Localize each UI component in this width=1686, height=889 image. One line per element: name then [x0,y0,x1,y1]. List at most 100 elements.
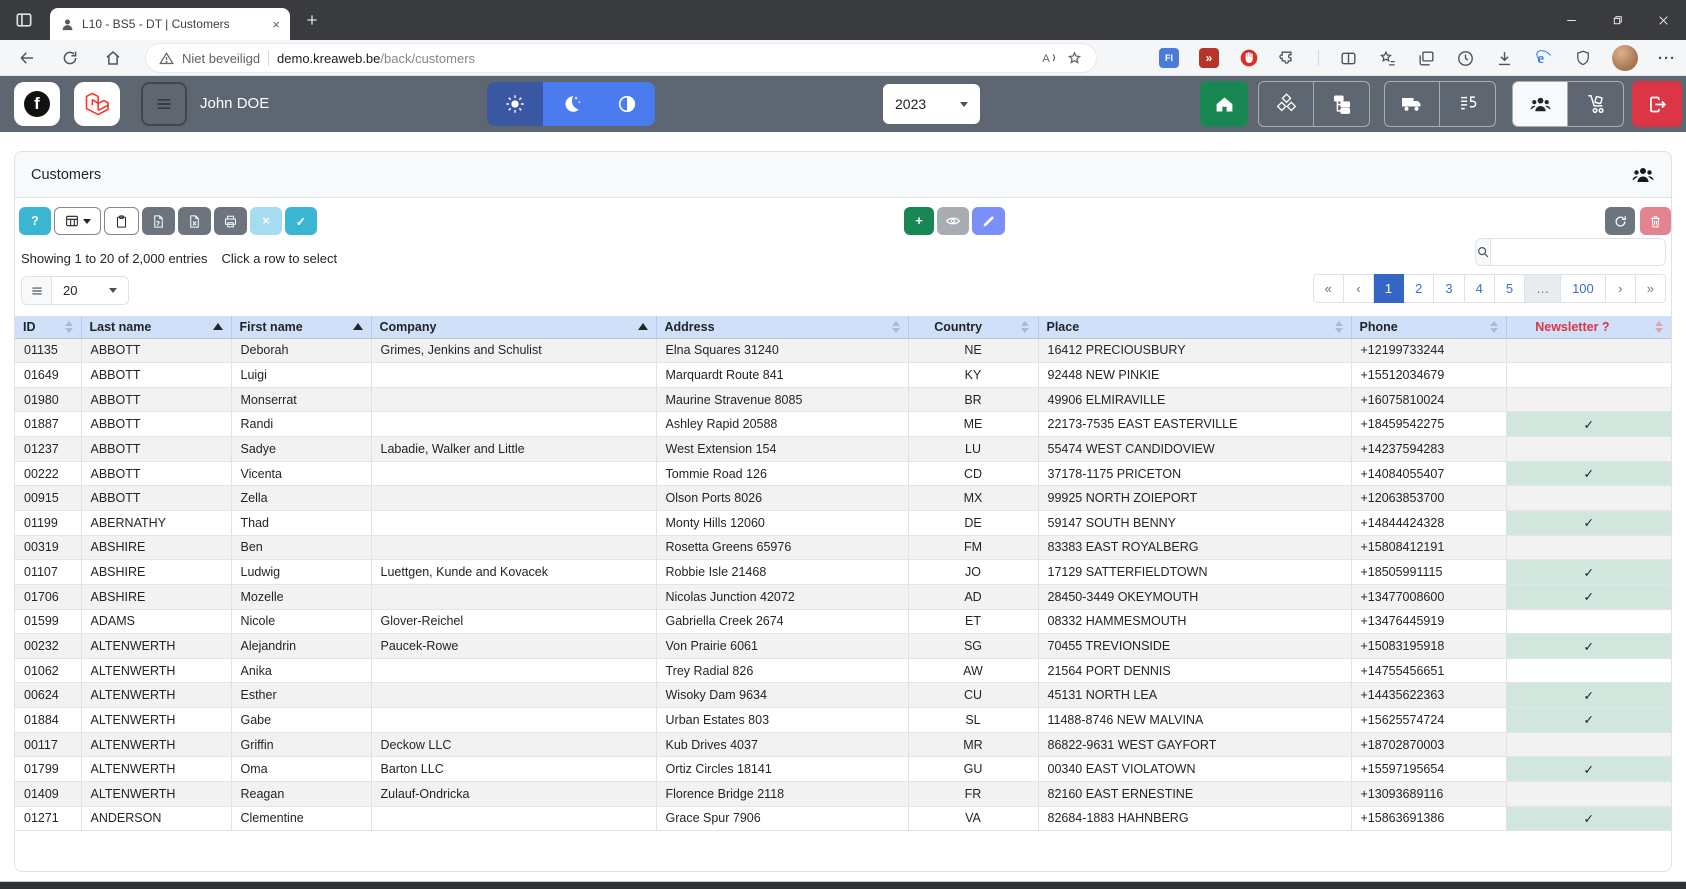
page-5[interactable]: 5 [1494,274,1526,303]
apply-filter-button[interactable]: ✓ [285,207,317,235]
table-row[interactable]: 00915 ABBOTT Zella Olson Ports 8026 MX 99925 … [15,485,1671,511]
minimize-button[interactable] [1548,0,1594,40]
print-button[interactable] [214,207,247,235]
table-row[interactable]: 01887 ABBOTT Randi Ashley Rapid 20588 ME 2217… [15,411,1671,438]
deliveries-button[interactable] [1568,81,1624,127]
table-row[interactable]: 01599 ADAMS Nicole Glover-Reichel Gabriella … [15,609,1671,635]
favorite-star-icon[interactable] [1066,50,1083,67]
table-row[interactable]: 01271 ANDERSON Clementine Grace Spur 7906 VA… [15,806,1671,832]
security-label[interactable]: Niet beveiligd [182,51,260,66]
extensions-puzzle-icon[interactable] [1279,49,1298,68]
column-header-country[interactable]: Country [908,316,1039,339]
theme-auto-button[interactable] [599,82,655,126]
split-screen-icon[interactable] [1339,49,1358,68]
excel-export-button[interactable] [178,207,211,235]
help-button[interactable]: ? [19,207,51,235]
table-row[interactable]: 01799 ALTENWERTH Oma Barton LLC Ortiz Circle… [15,756,1671,783]
history-icon[interactable] [1456,49,1475,68]
table-row[interactable]: 00624 ALTENWERTH Esther Wisoky Dam 9634 CU 45… [15,682,1671,709]
sidebar-menu-button[interactable] [141,82,187,126]
read-aloud-icon[interactable]: A [1040,49,1058,67]
page-last[interactable]: » [1635,274,1666,303]
theme-dark-button[interactable] [543,82,599,126]
table-row[interactable]: 01884 ALTENWERTH Gabe Urban Estates 803 SL 11… [15,707,1671,733]
year-select[interactable]: 2023 [883,84,980,124]
browser-tab[interactable]: L10 - BS5 - DT | Customers × [50,8,290,40]
reload-table-button[interactable] [1605,207,1635,235]
table-row[interactable]: 01409 ALTENWERTH Reagan Zulauf-Ondricka Flor… [15,781,1671,807]
page-prev[interactable]: ‹ [1343,274,1374,303]
profile-avatar[interactable] [1612,45,1638,71]
close-window-button[interactable] [1640,0,1686,40]
table-row[interactable]: 01237 ABBOTT Sadye Labadie, Walker and Litt… [15,436,1671,462]
table-row[interactable]: 00319 ABSHIRE Ben Rosetta Greens 65976 FM 833… [15,535,1671,561]
suppliers-button[interactable] [1384,81,1440,127]
column-visibility-button[interactable] [54,207,101,235]
column-header-company[interactable]: Company [371,316,657,339]
collections-icon[interactable] [1417,49,1436,68]
table-row[interactable]: 01649 ABBOTT Luigi Marquardt Route 841 KY 924… [15,362,1671,388]
back-icon[interactable] [18,49,36,67]
shield-icon[interactable] [1574,49,1592,67]
cell-address: Maurine Stravenue 8085 [656,387,909,413]
window-controls [1548,0,1686,40]
table-row[interactable]: 01107 ABSHIRE Ludwig Luettgen, Kunde and Ko… [15,559,1671,585]
new-tab-button[interactable] [302,10,322,30]
home-module-button[interactable] [1200,81,1248,127]
column-header-first-name[interactable]: First name [231,316,372,339]
facebook-button[interactable]: f [14,82,60,126]
home-icon[interactable] [104,49,122,67]
reload-icon[interactable] [61,49,79,67]
column-header-place[interactable]: Place [1038,316,1352,339]
table-row[interactable]: 00117 ALTENWERTH Griffin Deckow LLC Kub Driv… [15,732,1671,758]
page-length-select[interactable]: 20 [52,277,128,304]
page-first[interactable]: « [1312,274,1344,303]
edit-record-button[interactable] [972,207,1005,235]
column-header-newsletter[interactable]: Newsletter ? [1506,316,1671,339]
table-row[interactable]: 00222 ABBOTT Vicenta Tommie Road 126 CD 37178… [15,461,1671,487]
downloads-icon[interactable] [1495,49,1514,68]
page-100[interactable]: 100 [1561,274,1606,303]
copy-button[interactable] [104,207,139,235]
logout-button[interactable] [1632,81,1682,127]
tab-close-icon[interactable]: × [272,18,280,31]
cell-last: ALTENWERTH [81,633,232,659]
theme-light-button[interactable] [487,82,543,126]
adblock-hand-icon[interactable] [1239,48,1259,68]
table-row[interactable]: 01135 ABBOTT Deborah Grimes, Jenkins and Sc… [15,338,1671,364]
laravel-button[interactable] [74,82,120,126]
categories-button[interactable] [1314,81,1370,127]
tab-actions-button[interactable] [12,9,36,31]
table-row[interactable]: 01199 ABERNATHY Thad Monty Hills 12060 DE 591… [15,510,1671,536]
favorites-bar-icon[interactable] [1378,49,1397,68]
invoices-button[interactable] [1440,81,1496,127]
column-header-last-name[interactable]: Last name [81,316,232,339]
view-record-button[interactable] [937,207,969,235]
pdf-export-button[interactable] [142,207,175,235]
customers-button[interactable] [1512,81,1568,127]
ie-mode-icon[interactable]: e [1534,48,1554,68]
cell-first: Sadye [231,436,372,462]
page-1[interactable]: 1 [1373,274,1405,303]
fi-extension-icon[interactable]: FI [1159,48,1179,68]
page-3[interactable]: 3 [1434,274,1465,303]
column-header-address[interactable]: Address [656,316,909,339]
search-input[interactable] [1491,239,1665,265]
table-row[interactable]: 01980 ABBOTT Monserrat Maurine Stravenue 80… [15,387,1671,413]
delete-record-button[interactable] [1640,207,1671,235]
column-header-id[interactable]: ID [15,316,82,339]
table-row[interactable]: 01062 ALTENWERTH Anika Trey Radial 826 AW 215… [15,658,1671,684]
clear-filter-button[interactable]: × [250,207,282,235]
settings-more-icon[interactable]: ··· [1658,50,1676,67]
page-2[interactable]: 2 [1404,274,1435,303]
address-bar[interactable]: Niet beveiligd demo.kreaweb.be/back/cust… [146,44,1096,72]
page-next[interactable]: › [1605,274,1636,303]
column-header-phone[interactable]: Phone [1351,316,1507,339]
products-button[interactable] [1258,81,1314,127]
table-row[interactable]: 01706 ABSHIRE Mozelle Nicolas Junction 4207… [15,584,1671,610]
page-4[interactable]: 4 [1464,274,1495,303]
forward-extension-icon[interactable]: » [1199,48,1219,68]
add-record-button[interactable]: + [904,207,934,235]
table-row[interactable]: 00232 ALTENWERTH Alejandrin Paucek-Rowe Von … [15,633,1671,659]
restore-button[interactable] [1594,0,1640,40]
